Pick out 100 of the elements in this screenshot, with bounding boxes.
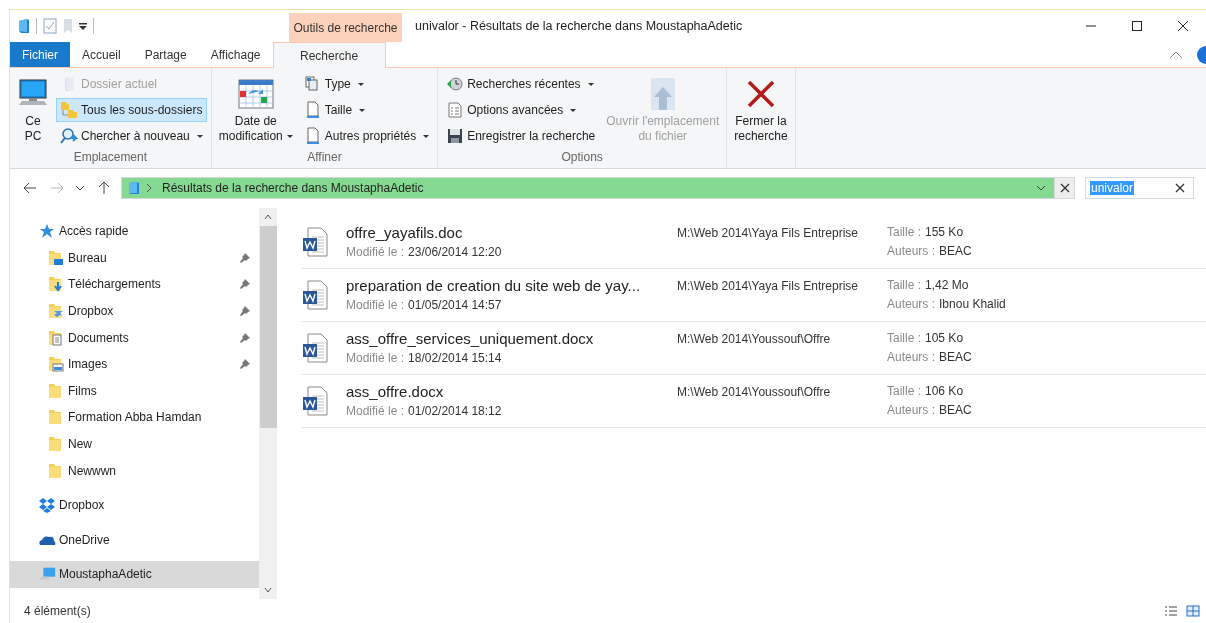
property-value: BEAC: [939, 350, 972, 364]
ribbon-button[interactable]: Tous les sous-dossiers: [56, 98, 207, 122]
file-path: M:\Web 2014\Yaya Fils Entreprise: [677, 279, 859, 293]
property-label: Modifié le :: [346, 351, 405, 365]
ribbon-button[interactable]: Enregistrer la recherche: [442, 124, 600, 148]
ribbon-tab[interactable]: Fichier: [10, 42, 70, 67]
save-icon: [446, 127, 465, 145]
subfolders-icon: [60, 101, 78, 119]
dropbox-folder-icon: [47, 303, 65, 320]
sidebar-item[interactable]: Images: [10, 350, 259, 378]
sidebar-item[interactable]: Films: [10, 377, 259, 405]
ribbon-button[interactable]: Taille: [299, 98, 434, 122]
contextual-tab-label: Outils de recherche: [289, 13, 402, 42]
sidebar-item[interactable]: MoustaphaAdetic: [10, 561, 259, 588]
file-path: M:\Web 2014\Youssouf\Offre: [677, 332, 832, 346]
sidebar-item[interactable]: Téléchargements: [10, 271, 259, 298]
property-value: 01/02/2014 18:12: [408, 404, 502, 418]
clock-icon: [446, 75, 465, 93]
file-name[interactable]: ass_offre_services_uniquement.docx: [346, 328, 677, 349]
scrollbar[interactable]: [259, 208, 277, 599]
caret-icon: [570, 108, 577, 112]
ribbon-button[interactable]: Recherches récentes: [442, 72, 600, 96]
property-label: Modifié le :: [346, 404, 405, 418]
customize-caret-icon[interactable]: [79, 22, 87, 30]
sidebar-item[interactable]: Accès rapide: [10, 218, 259, 245]
word-document-icon: [302, 280, 328, 310]
property-value: 1,42 Mo: [925, 278, 969, 292]
property-value: 105 Ko: [925, 331, 964, 345]
group-label: Options: [560, 150, 604, 166]
stop-icon[interactable]: [1055, 177, 1075, 199]
folder-icon: [18, 18, 30, 34]
ribbon-button[interactable]: Ce PC: [14, 72, 52, 146]
property-value: 18/02/2014 15:14: [408, 351, 502, 365]
property-value: BEAC: [939, 403, 972, 417]
group-label: Emplacement: [72, 150, 149, 166]
property-value: 106 Ko: [925, 384, 964, 398]
dropdown-icon[interactable]: [1036, 185, 1046, 191]
sidebar-item[interactable]: Documents: [10, 324, 259, 351]
ribbon-tab[interactable]: Affichage: [198, 42, 273, 67]
ribbon-tab[interactable]: Partage: [132, 42, 199, 67]
property-label: Auteurs :: [887, 244, 936, 258]
options-icon: [446, 101, 465, 119]
word-document-icon: [302, 227, 328, 257]
ribbon-button[interactable]: Date de modification: [215, 72, 296, 146]
address-path: Résultats de la recherche dans MoustaphaAdetic: [162, 181, 424, 195]
sidebar-item[interactable]: Dropbox: [10, 491, 259, 519]
ribbon-button[interactable]: Chercher à nouveau: [56, 124, 207, 148]
caret-icon: [196, 134, 203, 138]
caret-icon: [357, 82, 364, 86]
documents-folder-icon: [47, 329, 65, 346]
ribbon-button[interactable]: Type: [299, 72, 434, 96]
ribbon-tab[interactable]: Accueil: [70, 42, 133, 67]
item-count: 4 élément(s): [24, 604, 91, 618]
property-label: Auteurs :: [887, 297, 936, 311]
ribbon-button[interactable]: Autres propriétés: [299, 124, 434, 148]
window-title: univalor - Résultats de la recherche dans MoustaphaAdetic: [414, 18, 743, 35]
dropbox-icon: [38, 497, 56, 514]
property-value: 01/05/2014 14:57: [408, 298, 502, 312]
sidebar-item[interactable]: OneDrive: [10, 526, 259, 554]
sidebar-item[interactable]: Newwwn: [10, 457, 259, 484]
caret-icon: [587, 82, 594, 86]
ribbon-tab[interactable]: Recherche: [272, 42, 386, 68]
caret-icon: [359, 108, 366, 112]
property-label: Modifié le :: [346, 245, 405, 259]
property-value: Ibnou Khalid: [939, 297, 1006, 311]
file-path: M:\Web 2014\Youssouf\Offre: [677, 385, 832, 399]
address-bar[interactable]: Résultats de la recherche dans MoustaphaAdetic: [121, 177, 1055, 199]
property-label: Taille :: [887, 278, 921, 292]
scroll-up-icon: [264, 214, 272, 220]
caret-icon: [423, 134, 430, 138]
sidebar-item[interactable]: Formation Abba Hamdan: [10, 404, 259, 431]
file-name[interactable]: offre_yayafils.doc: [346, 222, 677, 243]
desktop-folder-icon: [47, 249, 65, 266]
file-name[interactable]: ass_offre.docx: [346, 381, 677, 402]
clear-icon[interactable]: [1175, 183, 1185, 193]
chevron-icon: [146, 183, 152, 193]
search-refresh-icon: [60, 127, 78, 145]
property-label: Auteurs :: [887, 403, 936, 417]
sidebar-item[interactable]: New: [10, 430, 259, 458]
sidebar-item[interactable]: Bureau: [10, 244, 259, 272]
property-label: Taille :: [887, 331, 921, 345]
word-document-icon: [302, 333, 328, 363]
caret-icon: [286, 135, 293, 139]
property-label: Auteurs :: [887, 350, 936, 364]
file-path: M:\Web 2014\Yaya Fils Entreprise: [677, 226, 859, 240]
sidebar-item[interactable]: Dropbox: [10, 297, 259, 325]
property-value: BEAC: [939, 244, 972, 258]
folder-icon: [128, 181, 140, 195]
tiles-view-icon[interactable]: [1184, 605, 1202, 617]
scroll-down-icon: [264, 587, 272, 593]
property-value: 155 Ko: [925, 225, 964, 239]
downloads-folder-icon: [47, 276, 65, 293]
ribbon-button[interactable]: Options avancées: [442, 98, 600, 122]
pictures-folder-icon: [47, 356, 65, 373]
property-label: Taille :: [887, 225, 921, 239]
properties-icon[interactable]: [43, 18, 57, 34]
details-view-icon[interactable]: [1162, 605, 1180, 617]
file-name[interactable]: preparation de creation du site web de yay...: [346, 275, 677, 296]
ribbon-button[interactable]: Fermer la recherche: [731, 72, 791, 146]
property-label: Modifié le :: [346, 298, 405, 312]
